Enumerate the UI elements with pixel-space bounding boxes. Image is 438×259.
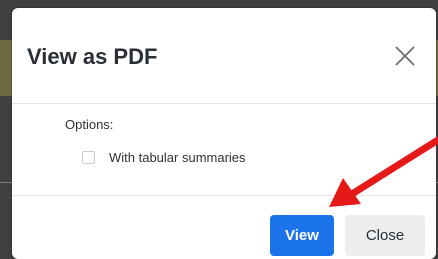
dialog-body: Options: With tabular summaries: [12, 104, 436, 194]
view-as-pdf-dialog: View as PDF Options: With tabular summar…: [12, 8, 436, 259]
tabular-summaries-checkbox[interactable]: [82, 150, 95, 164]
tabular-summaries-option[interactable]: With tabular summaries: [82, 148, 246, 166]
dialog-footer: View Close: [12, 195, 436, 259]
tabular-summaries-label: With tabular summaries: [109, 149, 246, 165]
view-button[interactable]: View: [270, 215, 334, 256]
dialog-header: View as PDF: [12, 8, 436, 104]
options-label: Options:: [65, 117, 114, 132]
dialog-title: View as PDF: [27, 44, 158, 69]
close-icon[interactable]: [390, 41, 420, 71]
close-button[interactable]: Close: [345, 215, 425, 256]
